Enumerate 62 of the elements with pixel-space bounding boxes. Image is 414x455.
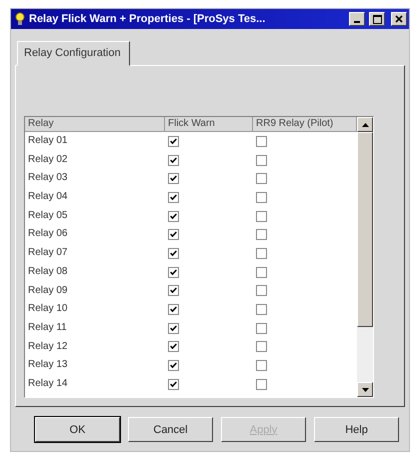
- checkbox[interactable]: [256, 229, 267, 240]
- checkbox[interactable]: [168, 266, 179, 278]
- table-cell-text: Relay 12: [27, 340, 68, 354]
- checkbox[interactable]: [168, 248, 179, 259]
- table-cell-text: Relay 01: [27, 134, 68, 148]
- maximize-icon: [372, 14, 382, 24]
- lightbulb-icon: [15, 12, 25, 26]
- scroll-thumb[interactable]: [357, 132, 373, 327]
- dialog-button[interactable]: OK: [35, 417, 120, 442]
- checkbox[interactable]: [256, 210, 267, 222]
- table-cell-text: Relay 05: [27, 208, 68, 223]
- table-cell-text: Relay 04: [27, 190, 68, 204]
- checkbox[interactable]: [168, 322, 179, 334]
- table-cell-text: Relay 11: [27, 320, 68, 335]
- table-cell-text: Relay 07: [27, 246, 68, 260]
- checkbox[interactable]: [168, 136, 179, 147]
- checkbox[interactable]: [168, 154, 179, 166]
- checkbox[interactable]: [168, 192, 179, 203]
- close-icon: [395, 15, 403, 23]
- checkbox[interactable]: [256, 322, 267, 334]
- dialog-button[interactable]: Help: [314, 417, 399, 442]
- column-header[interactable]: Flick Warn: [165, 117, 253, 132]
- table-cell-text: Relay 14: [27, 376, 68, 391]
- table-cell-text: Relay 13: [27, 358, 68, 372]
- table-cell-text: Relay 03: [27, 171, 68, 186]
- checkbox[interactable]: [168, 341, 179, 352]
- column-header[interactable]: RR9 Relay (Pilot): [253, 117, 357, 132]
- checkbox[interactable]: [256, 266, 267, 278]
- checkbox[interactable]: [256, 154, 267, 166]
- checkbox[interactable]: [256, 304, 267, 316]
- checkbox[interactable]: [168, 285, 179, 296]
- column-header[interactable]: Relay: [25, 117, 165, 132]
- checkbox[interactable]: [168, 210, 179, 222]
- scrollbar[interactable]: [357, 117, 373, 397]
- table-cell-text: Relay 02: [27, 152, 68, 167]
- checkbox[interactable]: [168, 378, 179, 390]
- scroll-up-button[interactable]: [357, 117, 373, 132]
- down-arrow-icon: [362, 388, 368, 392]
- table-cell-text: Relay 10: [27, 302, 68, 316]
- checkbox[interactable]: [256, 136, 267, 147]
- checkbox[interactable]: [256, 285, 267, 296]
- up-arrow-icon: [362, 122, 368, 126]
- checkbox[interactable]: [256, 360, 267, 372]
- checkbox[interactable]: [168, 360, 179, 372]
- tab[interactable]: Relay Configuration: [17, 41, 130, 66]
- checkbox[interactable]: [168, 173, 179, 184]
- table-cell-text: Relay 08: [27, 264, 68, 279]
- maximize-button[interactable]: [369, 12, 385, 26]
- checkbox[interactable]: [168, 229, 179, 240]
- checkbox[interactable]: [256, 192, 267, 203]
- dialog-button[interactable]: Cancel: [128, 417, 213, 442]
- checkbox[interactable]: [168, 304, 179, 316]
- table-cell-text: Relay 09: [27, 284, 68, 298]
- minimize-button[interactable]: [349, 12, 365, 26]
- table-cell-text: Relay 06: [27, 227, 68, 242]
- close-button[interactable]: [391, 12, 407, 26]
- checkbox[interactable]: [256, 378, 267, 390]
- checkbox[interactable]: [256, 248, 267, 259]
- window-title: Relay Flick Warn + Properties - [ProSys Tes...: [29, 13, 266, 25]
- scroll-down-button[interactable]: [357, 382, 373, 397]
- checkbox[interactable]: [256, 341, 267, 352]
- checkbox[interactable]: [256, 173, 267, 184]
